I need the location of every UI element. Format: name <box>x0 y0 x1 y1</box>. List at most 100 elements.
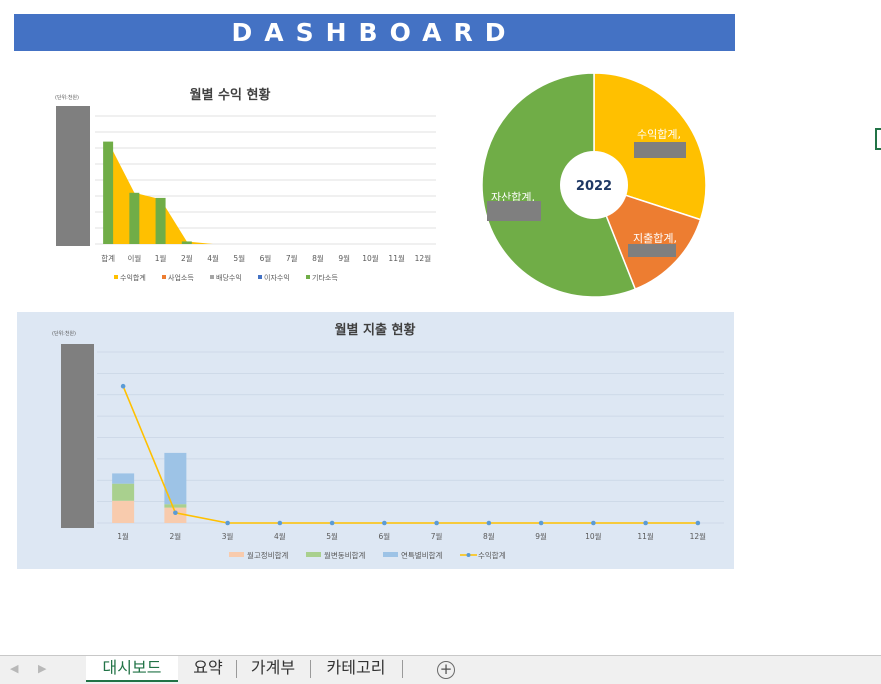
income-gray-total-bar <box>56 106 90 246</box>
expense-income-point <box>538 520 544 526</box>
expense-x-label: 9월 <box>535 531 547 541</box>
donut-center-year: 2022 <box>576 179 612 194</box>
expense-income-point <box>173 510 178 516</box>
expense-income-point <box>643 520 648 526</box>
expense-legend-label: 월변동비합계 <box>324 550 365 560</box>
sheet-tab-ledger[interactable]: 가계부 <box>240 656 306 682</box>
donut-value-box-expense <box>628 244 676 257</box>
sheet-tab-summary[interactable]: 요약 <box>182 656 234 682</box>
expense-legend-label: 월고정비합계 <box>247 550 288 560</box>
expense-x-labels: 1월 2월 3월 4월 5월 6월 7월 8월 9월 10월 11월 12월 <box>117 531 706 541</box>
expense-stack-bar <box>112 473 135 484</box>
income-legend-swatch <box>210 275 214 279</box>
expense-income-line <box>120 383 701 526</box>
expense-income-polyline <box>122 385 698 524</box>
asset-donut-chart[interactable]: 2022 수익합계, 지출합계, 자산합계, <box>478 70 710 302</box>
expense-x-label: 8월 <box>483 531 495 541</box>
income-x-label: 2월 <box>181 253 193 263</box>
income-x-label: 10월 <box>362 253 379 263</box>
donut-value-box-asset <box>487 201 541 221</box>
income-x-label: 9월 <box>338 253 350 263</box>
expense-stack-bar <box>164 507 187 523</box>
expense-x-label: 2월 <box>170 531 182 541</box>
expense-income-point <box>277 520 283 526</box>
donut-label-income: 수익합계, <box>637 128 681 141</box>
income-bars <box>103 141 423 244</box>
expense-income-point <box>329 520 335 526</box>
chevron-left-icon[interactable]: ◀ <box>10 662 18 675</box>
expense-legend: 월고정비합계 월변동비합계 연특별비합계 수익합계 <box>229 550 506 560</box>
chevron-right-icon[interactable]: ▶ <box>38 662 46 675</box>
expense-income-point <box>434 520 439 526</box>
expense-legend-swatch <box>306 552 321 557</box>
donut-value-box-income <box>634 142 686 158</box>
expense-gridlines <box>97 351 724 524</box>
income-unit-label: (단위:천원) <box>55 94 79 101</box>
income-legend-label: 사업소득 <box>168 273 194 282</box>
income-legend: 수익합계 사업소득 배당수익 이자수익 기타소득 <box>114 273 338 282</box>
income-total-area <box>108 141 423 244</box>
income-other-bar <box>129 192 140 244</box>
expense-legend-dot <box>466 553 471 557</box>
income-x-label: 4월 <box>207 253 219 263</box>
expense-unit-label: (단위:천원) <box>52 330 76 337</box>
income-x-label: 12월 <box>415 253 432 263</box>
expense-income-point <box>382 520 387 526</box>
donut-label-expense: 지출합계, <box>633 232 677 245</box>
plus-circle-icon[interactable]: + <box>437 661 455 679</box>
income-x-label: 6월 <box>260 253 272 263</box>
income-legend-swatch <box>114 275 118 279</box>
expense-legend-swatch <box>229 552 244 557</box>
income-x-label: 8월 <box>312 253 324 263</box>
expense-legend-swatch <box>383 552 398 557</box>
income-x-label: 11월 <box>388 253 405 263</box>
expense-income-point <box>225 520 230 526</box>
income-x-label: 7월 <box>286 253 298 263</box>
income-chart[interactable]: 월별 수익 현황 (단위:천원) 합계 이월 1월 2월 4월 5월 6월 7월 8월 9월 10월… <box>40 78 445 288</box>
income-x-label: 합계 <box>101 253 115 263</box>
income-legend-label: 배당수익 <box>216 273 242 282</box>
sheet-tab-category[interactable]: 카테고리 <box>314 656 398 682</box>
income-legend-swatch <box>258 275 262 279</box>
income-other-bar <box>181 241 192 244</box>
expense-x-label: 12월 <box>690 531 707 541</box>
expense-x-label: 3월 <box>222 531 234 541</box>
expense-income-point <box>591 520 596 526</box>
expense-stack-bar <box>164 504 187 508</box>
expense-stack-bar <box>112 483 135 501</box>
expense-income-point <box>120 383 126 389</box>
tab-separator <box>310 660 311 678</box>
expense-x-label: 10월 <box>585 531 602 541</box>
income-other-bar <box>155 197 166 244</box>
expense-legend-label: 수익합계 <box>478 550 506 560</box>
expense-stack-bar <box>112 500 135 523</box>
income-legend-swatch <box>306 275 310 279</box>
expense-x-label: 6월 <box>379 531 391 541</box>
sheet-tab-bar: ◀ ▶ 대시보드 요약 가계부 카테고리 + <box>0 655 881 684</box>
income-x-label: 이월 <box>127 253 141 263</box>
sheet-tab-dashboard[interactable]: 대시보드 <box>86 656 178 682</box>
expense-income-point <box>486 520 492 526</box>
expense-x-label: 7월 <box>431 531 443 541</box>
income-legend-label: 기타소득 <box>312 273 338 282</box>
income-legend-swatch <box>162 275 166 279</box>
expense-legend-label: 연특별비합계 <box>401 550 442 560</box>
expense-gray-total-bar <box>61 344 94 528</box>
income-x-label: 1월 <box>155 253 167 263</box>
dashboard-title: DASHBOARD <box>14 14 735 51</box>
expense-x-label: 5월 <box>326 531 338 541</box>
income-legend-label: 이자수익 <box>264 273 290 282</box>
expense-x-label: 11월 <box>637 531 654 541</box>
income-chart-title: 월별 수익 현황 <box>190 87 271 103</box>
expense-chart[interactable]: 월별 지출 현황 (단위:천원) 1월 2월 3월 4월 5월 6월 7월 8월 9월 10월 11… <box>17 312 734 569</box>
expense-chart-title: 월별 지출 현황 <box>335 322 416 338</box>
expense-stack-bar <box>164 452 187 505</box>
expense-x-label: 1월 <box>117 531 129 541</box>
income-x-labels: 합계 이월 1월 2월 4월 5월 6월 7월 8월 9월 10월 11월 12월 <box>101 253 431 263</box>
income-x-label: 5월 <box>233 253 245 263</box>
expense-x-label: 4월 <box>274 531 286 541</box>
income-other-bar <box>103 141 114 244</box>
cell-edge-marker <box>875 128 881 150</box>
tab-separator <box>236 660 237 678</box>
expense-income-point <box>695 520 701 526</box>
